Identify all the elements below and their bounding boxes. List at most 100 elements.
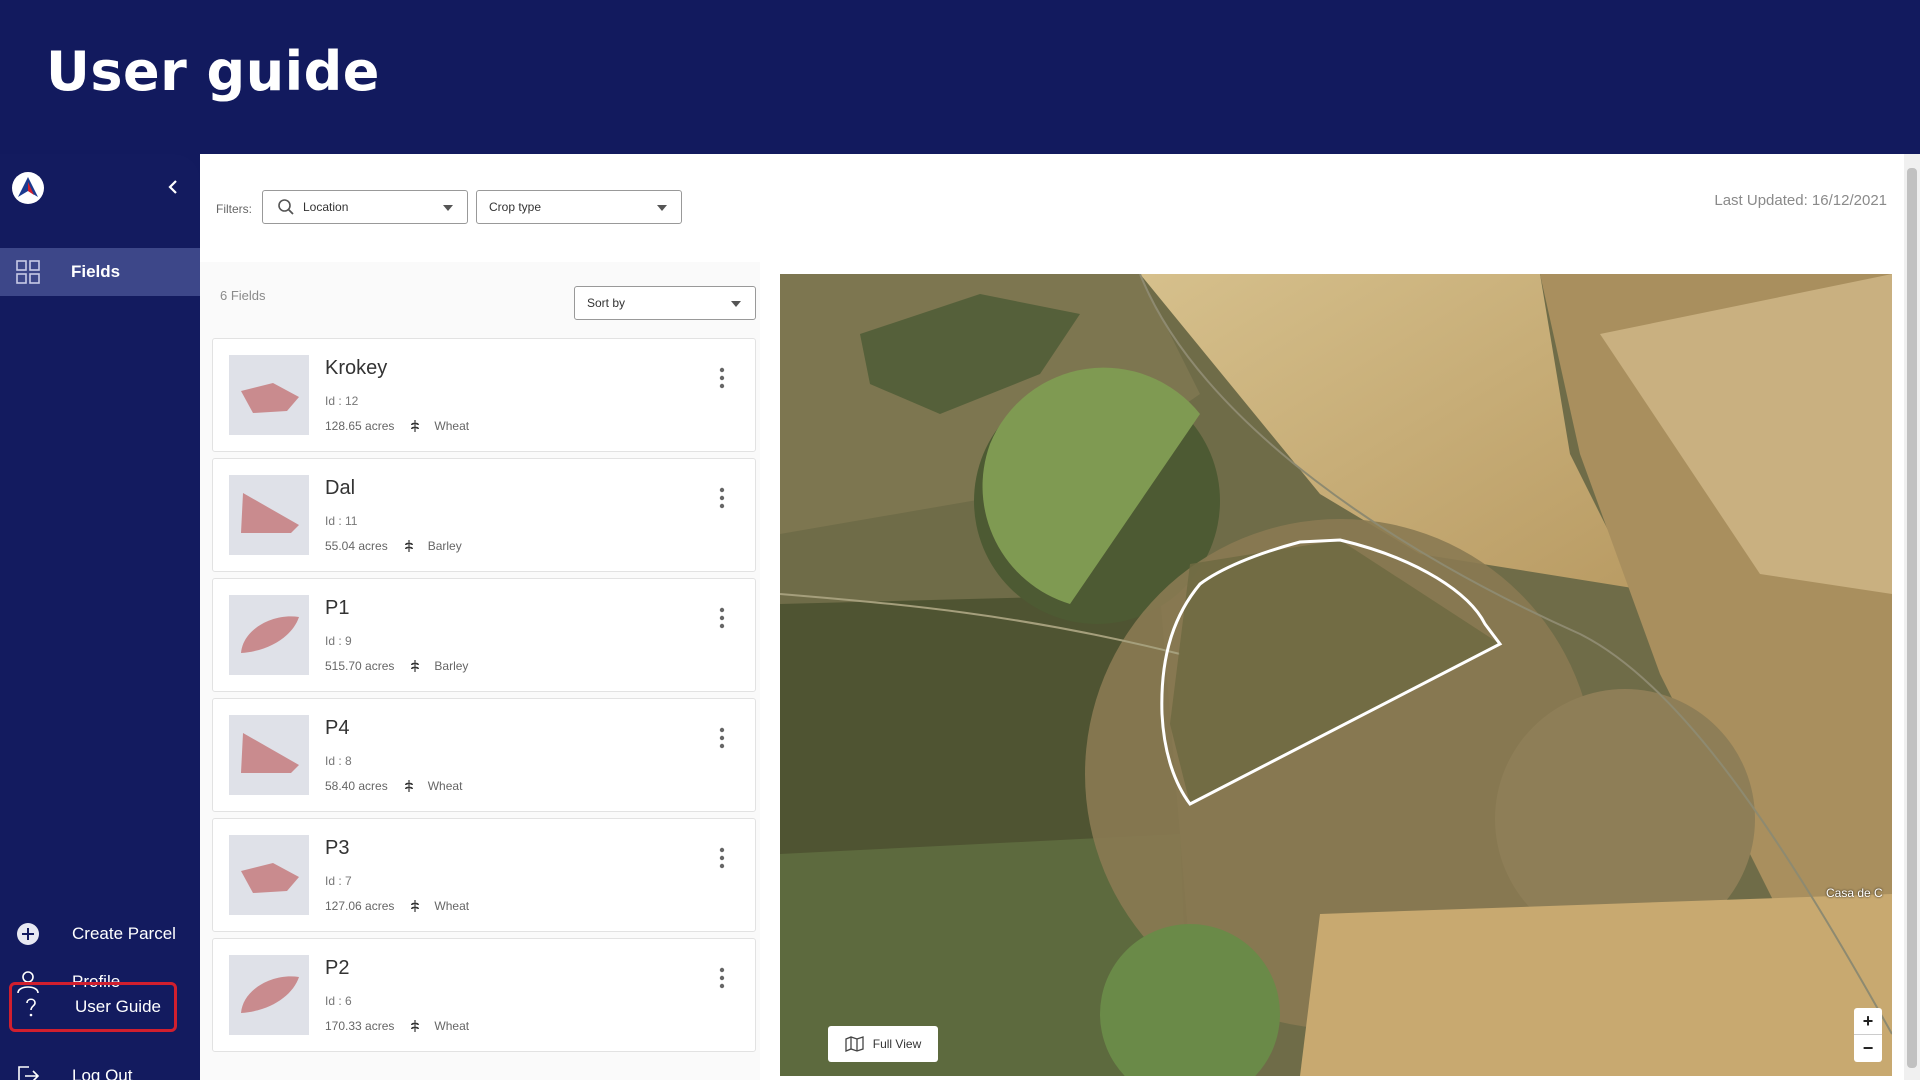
field-card[interactable]: Krokey Id : 12 128.65 acres Wheat — [212, 338, 756, 452]
field-shape-icon — [241, 493, 299, 533]
wheat-icon — [411, 900, 420, 912]
crop-type-filter-dropdown[interactable]: Crop type — [476, 190, 682, 224]
field-shape-thumbnail — [229, 595, 309, 675]
sidebar-item-label: User Guide — [75, 997, 161, 1016]
filters-label: Filters: — [216, 202, 252, 216]
wheat-icon — [411, 660, 420, 672]
field-shape-thumbnail — [229, 835, 309, 915]
more-options-icon[interactable] — [719, 367, 725, 389]
field-crop: Barley — [427, 539, 462, 553]
field-shape-icon — [241, 616, 299, 653]
field-area: 55.04 acres — [325, 539, 388, 553]
chevron-down-icon — [731, 301, 741, 307]
field-shape-icon — [241, 733, 299, 773]
field-id: Id : 9 — [325, 634, 352, 648]
field-name: P2 — [325, 957, 350, 979]
zoom-out-button[interactable]: − — [1854, 1035, 1882, 1062]
field-id: Id : 6 — [325, 994, 352, 1008]
field-shape-thumbnail — [229, 475, 309, 555]
field-area: 170.33 acres — [325, 1019, 395, 1033]
last-updated-text: Last Updated: 16/12/2021 — [1714, 192, 1887, 209]
field-shape-icon — [241, 976, 299, 1013]
sidebar-item-label: Fields — [71, 262, 121, 281]
satellite-imagery — [780, 274, 1892, 1076]
scrollbar-thumb[interactable] — [1907, 168, 1917, 1068]
field-shape-icon — [241, 863, 299, 893]
field-crop: Barley — [434, 659, 469, 673]
field-shape-icon — [241, 383, 299, 413]
field-shape-thumbnail — [229, 715, 309, 795]
page-title: User guide — [46, 40, 380, 103]
app-logo[interactable] — [12, 172, 44, 204]
more-options-icon[interactable] — [719, 847, 725, 869]
sidebar-item-label: Create Parcel — [72, 924, 176, 943]
search-icon — [278, 199, 294, 215]
wheat-icon — [404, 540, 413, 552]
field-crop: Wheat — [434, 1019, 470, 1033]
field-meta: 55.04 acres Barley — [325, 539, 462, 553]
sort-by-label: Sort by — [587, 296, 626, 310]
full-view-label: Full View — [872, 1037, 922, 1051]
zoom-in-button[interactable]: + — [1854, 1008, 1882, 1035]
sort-by-dropdown[interactable]: Sort by — [574, 286, 756, 320]
page-scrollbar[interactable] — [1904, 154, 1920, 1080]
field-shape-thumbnail — [229, 955, 309, 1035]
field-name: Krokey — [325, 357, 388, 379]
sidebar-item-user-guide[interactable]: User Guide — [9, 982, 177, 1032]
field-id: Id : 11 — [325, 514, 358, 528]
more-options-icon[interactable] — [719, 727, 725, 749]
field-name: P4 — [325, 717, 350, 739]
field-meta: 58.40 acres Wheat — [325, 779, 462, 793]
field-name: P1 — [325, 597, 350, 619]
zoom-controls: + − — [1854, 1008, 1882, 1062]
chevron-left-icon — [168, 180, 177, 194]
sidebar-item-label: Log Out — [72, 1066, 133, 1080]
field-id: Id : 7 — [325, 874, 352, 888]
field-card[interactable]: P1 Id : 9 515.70 acres Barley — [212, 578, 756, 692]
field-shape-thumbnail — [229, 355, 309, 435]
field-name: P3 — [325, 837, 350, 859]
field-id: Id : 12 — [325, 394, 359, 408]
location-filter-label: Location — [303, 200, 349, 214]
field-meta: 128.65 acres Wheat — [325, 419, 469, 433]
field-name: Dal — [325, 477, 356, 499]
field-card[interactable]: P2 Id : 6 170.33 acres Wheat — [212, 938, 756, 1052]
field-area: 128.65 acres — [325, 419, 395, 433]
field-area: 58.40 acres — [325, 779, 388, 793]
collapse-sidebar-button[interactable] — [164, 176, 182, 198]
map-place-label: Casa de C — [1826, 886, 1883, 900]
field-meta: 170.33 acres Wheat — [325, 1019, 469, 1033]
sidebar-item-create-parcel[interactable]: Create Parcel — [0, 912, 200, 956]
field-card[interactable]: P4 Id : 8 58.40 acres Wheat — [212, 698, 756, 812]
field-area: 515.70 acres — [325, 659, 395, 673]
main-panel: Filters: Location Crop type Last Updated… — [200, 154, 1920, 1080]
field-card[interactable]: P3 Id : 7 127.06 acres Wheat — [212, 818, 756, 932]
more-options-icon[interactable] — [719, 487, 725, 509]
sidebar: Fields Create Parcel Profile User Guide … — [0, 154, 200, 1080]
logo-mark-icon — [13, 173, 43, 203]
page-header: User guide — [0, 0, 1920, 154]
sidebar-item-log-out[interactable]: Log Out — [0, 1056, 200, 1080]
full-view-button[interactable]: Full View — [828, 1026, 938, 1062]
location-filter-dropdown[interactable]: Location — [262, 190, 468, 224]
field-meta: 515.70 acres Barley — [325, 659, 468, 673]
field-id: Id : 8 — [325, 754, 352, 768]
field-crop: Wheat — [434, 899, 470, 913]
more-options-icon[interactable] — [719, 607, 725, 629]
logout-icon — [14, 1062, 42, 1080]
wheat-icon — [411, 420, 420, 432]
sidebar-item-fields[interactable]: Fields — [0, 248, 200, 296]
more-options-icon[interactable] — [719, 967, 725, 989]
grid-icon — [16, 260, 40, 284]
help-icon — [17, 993, 45, 1021]
field-area: 127.06 acres — [325, 899, 395, 913]
map-icon — [845, 1036, 864, 1052]
field-card[interactable]: Dal Id : 11 55.04 acres Barley — [212, 458, 756, 572]
chevron-down-icon — [657, 205, 667, 211]
field-meta: 127.06 acres Wheat — [325, 899, 469, 913]
chevron-down-icon — [443, 205, 453, 211]
satellite-map[interactable]: Casa de C Full View + − — [780, 274, 1892, 1076]
wheat-icon — [411, 1020, 420, 1032]
field-crop: Wheat — [427, 779, 463, 793]
wheat-icon — [404, 780, 413, 792]
